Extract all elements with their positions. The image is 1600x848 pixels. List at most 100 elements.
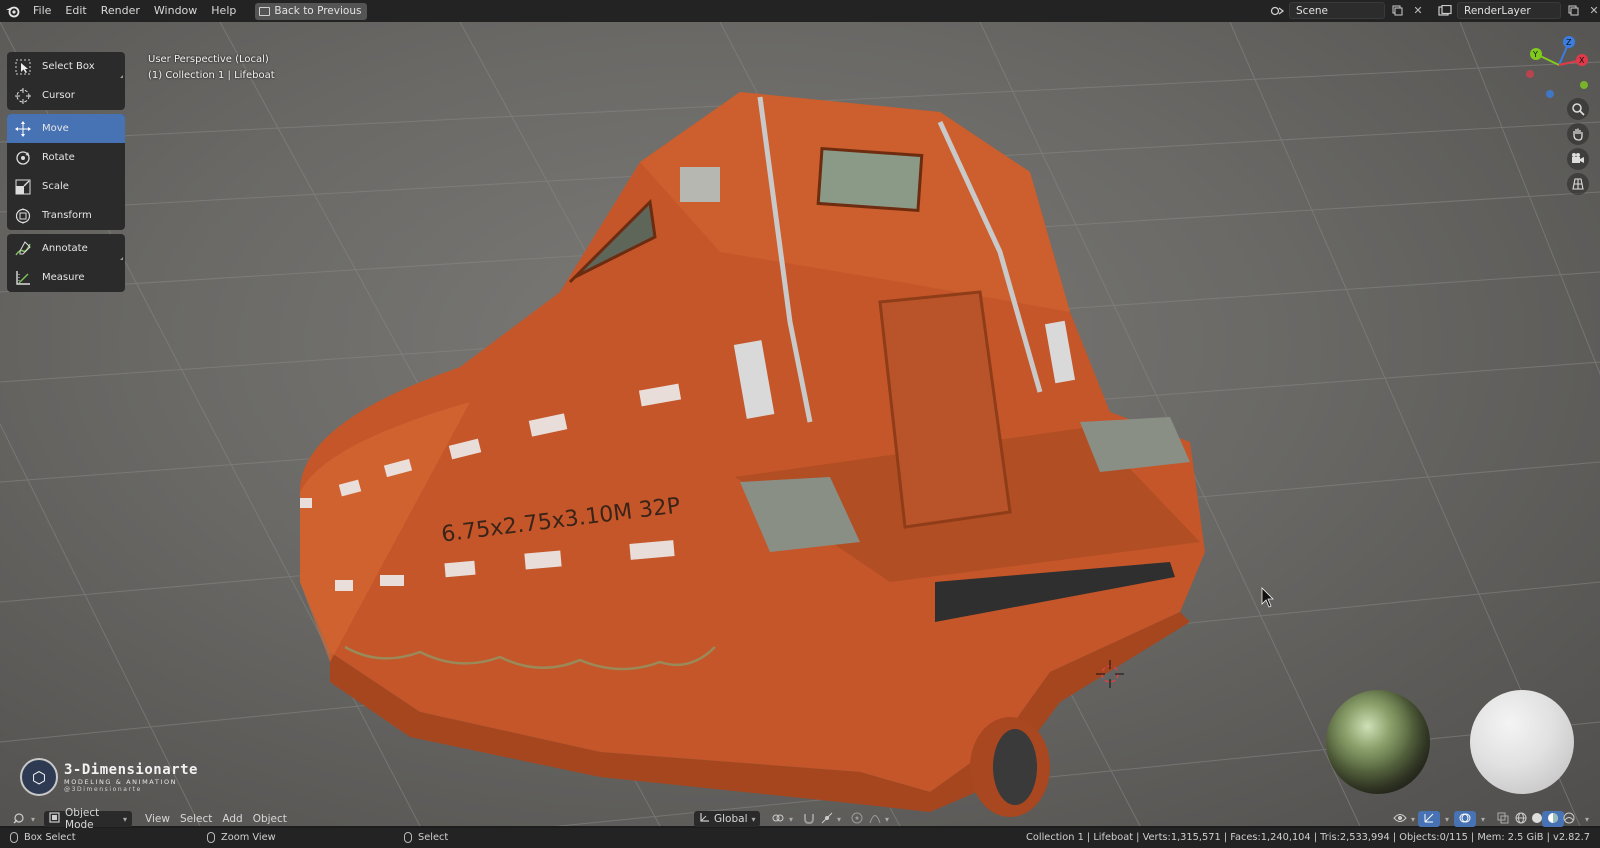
chevron-down-icon: ▾: [123, 814, 128, 824]
xray-icon: [1497, 812, 1509, 827]
tool-group-select: Select Box Cursor: [7, 52, 125, 110]
camera-view-icon[interactable]: [1567, 148, 1589, 170]
rendered-sphere-icon: [1563, 812, 1575, 827]
tool-annotate-label: Annotate: [42, 243, 88, 254]
scene-name-field[interactable]: Scene: [1289, 2, 1385, 19]
status-bar: Box Select Zoom View Select Collection 1…: [0, 828, 1600, 848]
perspective-label: User Perspective (Local): [148, 54, 269, 65]
tool-rotate-label: Rotate: [42, 152, 75, 163]
shading-options-dropdown[interactable]: ▾: [1576, 811, 1594, 827]
view-layer-selector: RenderLayer ✕: [1436, 2, 1600, 19]
navigation-gizmo[interactable]: Z Y X: [1524, 30, 1594, 100]
cube-logo-icon: ⬡: [20, 758, 58, 796]
new-scene-icon[interactable]: [1388, 2, 1406, 19]
object-mode-icon: [49, 812, 60, 826]
transform-orientation-dropdown[interactable]: Global ▾: [694, 811, 760, 827]
editor-type-button[interactable]: ▾: [8, 811, 40, 827]
tool-measure-label: Measure: [42, 272, 85, 283]
gizmo-options-dropdown[interactable]: ▾: [1436, 811, 1454, 827]
blender-logo-icon[interactable]: [0, 0, 26, 22]
menu-help[interactable]: Help: [204, 0, 243, 22]
tool-shelf: Select Box Cursor Move Rotate Scale Tran…: [7, 52, 125, 296]
scene-type-icon[interactable]: [1268, 2, 1286, 19]
status-right-label: Select: [418, 832, 449, 843]
hdri-diffuse-sphere: [1470, 690, 1574, 794]
visibility-selectability-button[interactable]: ▾: [1388, 811, 1420, 827]
tool-transform-label: Transform: [42, 210, 92, 221]
tool-select-box-label: Select Box: [42, 61, 95, 72]
falloff-button[interactable]: ▾: [864, 811, 894, 827]
chevron-down-icon: ▾: [789, 814, 794, 824]
mouse-right-icon: [404, 832, 412, 843]
select-box-icon: [14, 58, 32, 76]
tool-move-label: Move: [42, 123, 69, 134]
viewport-header: ▾ Object Mode ▾ View Select Add Object G…: [0, 807, 1600, 831]
mouse-middle-icon: [207, 832, 215, 843]
move-icon: [14, 120, 32, 138]
tool-transform[interactable]: Transform: [7, 201, 125, 230]
editor-type-icon: [13, 812, 27, 827]
menu-object[interactable]: Object: [248, 811, 292, 827]
mouse-left-icon: [10, 832, 18, 843]
status-middle-label: Zoom View: [221, 832, 276, 843]
snap-target-button[interactable]: ▾: [816, 811, 846, 827]
perspective-toggle-icon[interactable]: [1567, 173, 1589, 195]
snap-target-icon: [821, 812, 833, 827]
watermark-subtitle: MODELING & ANIMATION: [64, 777, 178, 786]
menu-window[interactable]: Window: [147, 0, 204, 22]
measure-icon: [14, 269, 32, 287]
tool-group-annotate: Annotate Measure: [7, 234, 125, 292]
tool-scale[interactable]: Scale: [7, 172, 125, 201]
3d-viewport[interactable]: 6.75x2.75x3.10M 32P Select Box Cursor Mo…: [0, 22, 1600, 826]
overlays-icon: [1459, 812, 1471, 827]
tool-measure[interactable]: Measure: [7, 263, 125, 292]
rotate-icon: [14, 149, 32, 167]
chevron-down-icon: ▾: [751, 814, 756, 824]
menu-render[interactable]: Render: [94, 0, 147, 22]
scene-selector: Scene ✕: [1268, 2, 1427, 19]
tool-cursor[interactable]: Cursor: [7, 81, 125, 110]
top-bar: File Edit Render Window Help Back to Pre…: [0, 0, 1600, 22]
delete-scene-icon[interactable]: ✕: [1409, 2, 1427, 19]
lifeboat-model[interactable]: 6.75x2.75x3.10M 32P: [300, 92, 1205, 817]
gizmo-icon: [1423, 812, 1435, 827]
status-right-hint: Select: [404, 832, 448, 843]
cursor-icon: [14, 87, 32, 105]
scale-icon: [14, 178, 32, 196]
overlays-options-dropdown[interactable]: ▾: [1472, 811, 1490, 827]
tool-rotate[interactable]: Rotate: [7, 143, 125, 172]
view-layer-icon[interactable]: [1436, 2, 1454, 19]
menu-edit[interactable]: Edit: [58, 0, 93, 22]
viewport-info: User Perspective (Local) (1) Collection …: [148, 52, 275, 84]
status-middle-hint: Zoom View: [207, 832, 276, 843]
tool-options-corner: [120, 257, 123, 260]
scene-statistics: Collection 1 | Lifeboat | Verts:1,315,57…: [1026, 832, 1590, 843]
object-mode-dropdown[interactable]: Object Mode ▾: [44, 807, 133, 831]
tool-select-box[interactable]: Select Box: [7, 52, 125, 81]
zoom-view-icon[interactable]: [1567, 98, 1589, 120]
menu-select[interactable]: Select: [175, 811, 217, 827]
tool-options-corner: [120, 75, 123, 78]
tool-group-transform: Move Rotate Scale Transform: [7, 114, 125, 230]
menu-file[interactable]: File: [26, 0, 58, 22]
tool-scale-label: Scale: [42, 181, 69, 192]
pivot-point-button[interactable]: ▾: [766, 811, 798, 827]
status-left-hint: Box Select: [10, 832, 76, 843]
tool-annotate[interactable]: Annotate: [7, 234, 125, 263]
chevron-down-icon: ▾: [885, 814, 890, 824]
menu-view[interactable]: View: [140, 811, 175, 827]
chevron-down-icon: ▾: [837, 814, 842, 824]
hdri-environment-sphere: [1326, 690, 1430, 794]
view-layer-field[interactable]: RenderLayer: [1457, 2, 1561, 19]
collection-label: (1) Collection 1 | Lifeboat: [148, 70, 275, 81]
back-to-previous-button[interactable]: Back to Previous: [255, 2, 368, 20]
tool-cursor-label: Cursor: [42, 90, 75, 101]
proportional-editing-icon: [851, 812, 863, 827]
chevron-down-icon: ▾: [1481, 814, 1486, 824]
tool-move[interactable]: Move: [7, 114, 125, 143]
menu-add[interactable]: Add: [217, 811, 247, 827]
new-view-layer-icon[interactable]: [1564, 2, 1582, 19]
back-to-previous-label: Back to Previous: [274, 5, 362, 17]
pan-view-icon[interactable]: [1567, 123, 1589, 145]
delete-view-layer-icon[interactable]: ✕: [1585, 2, 1600, 19]
